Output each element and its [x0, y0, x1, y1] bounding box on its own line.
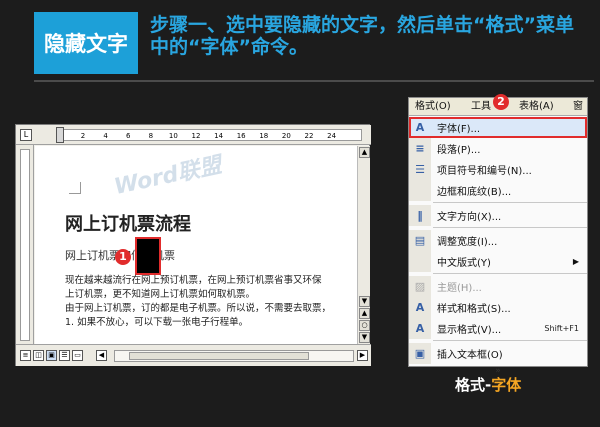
- document-body: 现在越来越流行在网上预订机票，在网上预订机票省事又环保 上订机票，更不知道网上订…: [65, 274, 357, 330]
- document-title: 网上订机票流程: [65, 214, 191, 235]
- menu-item-label: 样式和格式(S)...: [437, 304, 511, 315]
- prev-page-icon[interactable]: ▲: [359, 308, 370, 319]
- header-divider: [34, 80, 594, 82]
- menu-item[interactable]: 边框和底纹(B)...: [409, 180, 587, 201]
- menu-item[interactable]: 中文版式(Y) ▶: [409, 251, 587, 272]
- vertical-ruler-scale: [20, 149, 30, 341]
- menu-item[interactable]: A 字体(F)...: [409, 117, 587, 138]
- menu-item[interactable]: ☰ 项目符号和编号(N)...: [409, 159, 587, 180]
- bottom-bar: ≡ ◫ ▣ ☰ ▭ ◀ ▶: [16, 344, 371, 366]
- bullets-icon: ☰: [409, 159, 431, 180]
- styles-icon: A: [409, 297, 431, 318]
- format-menu-list: A 字体(F)... ≡ 段落(P)... ☰ 项目符号和编号(N)... 边框和底纹(B)…: [409, 117, 587, 378]
- web-view-icon[interactable]: ◫: [33, 350, 44, 361]
- document-page[interactable]: Word联盟 网上订机票流程 网上订机票如何取机票 1 现在越来越流行在网上预订…: [35, 146, 357, 344]
- ruler-number: 18: [259, 132, 269, 140]
- fit-width-icon: ▤: [409, 230, 431, 251]
- document-window: L 24681012141618202224 Word联盟 网上订机票流程 网上…: [15, 124, 371, 366]
- scroll-down-icon[interactable]: ▼: [359, 296, 370, 307]
- menu-item[interactable]: ≡ 段落(P)...: [409, 138, 587, 159]
- menu-item[interactable]: ▤ 调整宽度(I)...: [409, 230, 587, 251]
- horizontal-scrollbar[interactable]: [114, 350, 354, 362]
- ruler-number: 12: [191, 132, 201, 140]
- margin-corner-mark: [69, 182, 81, 194]
- chinese-layout-icon: [409, 251, 431, 272]
- theme-icon: ▨: [409, 276, 431, 297]
- submenu-arrow-icon: ▶: [572, 257, 579, 266]
- body-line: 上订机票，更不知道网上订机票如何取机票。: [65, 289, 256, 300]
- scroll-right-icon[interactable]: ▶: [357, 350, 368, 361]
- ruler-number: 6: [125, 132, 131, 140]
- browse-object-icon[interactable]: ○: [359, 320, 370, 331]
- reveal-format-icon: A: [409, 318, 431, 339]
- selected-text-highlight[interactable]: [135, 237, 161, 275]
- menu-item: ▨ 主题(H)...: [409, 276, 587, 297]
- ruler-number: 2: [80, 132, 86, 140]
- menu-item-label: 字体(F)...: [437, 124, 481, 135]
- font-icon: A: [409, 117, 431, 138]
- instruction-text: 步骤一、选中要隐藏的文字，然后单击“格式”菜单中的“字体”命令。: [150, 14, 574, 58]
- scroll-up-icon[interactable]: ▲: [359, 147, 370, 158]
- ruler-scale: 2 4 6 8 10 12 14 16 18 20 22 24: [60, 129, 362, 141]
- menu-item-label: 调整宽度(I)...: [437, 237, 498, 248]
- section-tag: 隐藏文字: [34, 12, 138, 74]
- print-view-icon[interactable]: ▣: [46, 350, 57, 361]
- scroll-left-icon[interactable]: ◀: [96, 350, 107, 361]
- text-direction-icon: ‖: [409, 205, 431, 226]
- caption-highlight: 字体: [491, 376, 522, 394]
- menu-item-label: 文字方向(X)...: [437, 212, 502, 223]
- watermark-logo: Word联盟: [112, 152, 224, 200]
- next-page-icon[interactable]: ▼: [359, 332, 370, 343]
- ruler-number: 22: [304, 132, 314, 140]
- section-tag-label: 隐藏文字: [44, 32, 128, 56]
- menu-item-label: 插入文本框(O): [437, 350, 503, 361]
- caption: 格式-字体: [455, 374, 521, 395]
- ruler-number: 8: [148, 132, 154, 140]
- menu-table[interactable]: 表格(A): [519, 98, 554, 116]
- body-line: 现在越来越流行在网上预订机票，在网上预订机票省事又环保: [65, 275, 322, 286]
- outline-view-icon[interactable]: ☰: [59, 350, 70, 361]
- menu-tools[interactable]: 工具: [471, 98, 491, 116]
- menu-item[interactable]: A 样式和格式(S)...: [409, 297, 587, 318]
- ruler-number: 20: [281, 132, 291, 140]
- vertical-scrollbar[interactable]: ▲ ▼ ▲ ○ ▼: [357, 146, 370, 344]
- menu-item-label: 项目符号和编号(N)...: [437, 166, 532, 177]
- body-line: 1. 如果不放心，可以下载一张电子行程单。: [65, 317, 249, 328]
- menu-item-label: 边框和底纹(B)...: [437, 187, 512, 198]
- body-line: 由于网上订机票，订的都是电子机票。所以说，不需要去取票，: [65, 303, 332, 314]
- menu-item[interactable]: ‖ 文字方向(X)...: [409, 205, 587, 226]
- ruler-number: 4: [103, 132, 108, 140]
- ruler-number: 10: [168, 132, 178, 140]
- menu-format[interactable]: 格式(O): [415, 98, 451, 116]
- menu-item-label: 主题(H)...: [437, 283, 482, 294]
- textbox-icon: ▣: [409, 343, 431, 364]
- tab-selector[interactable]: L: [20, 129, 32, 141]
- format-menu-window: 格式(O) 工具 表格(A) 窗 2 A 字体(F)... ≡ 段落(P)... ☰ 项目…: [408, 94, 588, 376]
- paragraph-icon: ≡: [409, 138, 431, 159]
- ruler-number: 14: [214, 132, 224, 140]
- caption-prefix: 格式-: [455, 376, 492, 394]
- menu-item[interactable]: ▣ 插入文本框(O): [409, 343, 587, 364]
- ruler-number: 24: [327, 132, 337, 140]
- menu-item-label: 中文版式(Y): [437, 258, 491, 269]
- ruler-number: 16: [236, 132, 246, 140]
- normal-view-icon[interactable]: ≡: [20, 350, 31, 361]
- menu-item[interactable]: A 显示格式(V)... Shift+F1: [409, 318, 587, 339]
- menu-window[interactable]: 窗: [573, 98, 583, 116]
- horizontal-scroll-thumb[interactable]: [129, 352, 309, 360]
- horizontal-ruler: L 2 4 6 8 10 12 14 16 18 20 22 24: [16, 125, 371, 145]
- menu-item-label: 段落(P)...: [437, 145, 481, 156]
- step-marker-1: 1: [115, 249, 131, 265]
- menu-item-label: 显示格式(V)...: [437, 325, 502, 336]
- borders-icon: [409, 180, 431, 201]
- menu-item-shortcut: Shift+F1: [544, 324, 579, 333]
- step-marker-2: 2: [493, 94, 509, 110]
- reading-view-icon[interactable]: ▭: [72, 350, 83, 361]
- indent-marker[interactable]: [56, 127, 64, 143]
- vertical-ruler: [16, 145, 34, 345]
